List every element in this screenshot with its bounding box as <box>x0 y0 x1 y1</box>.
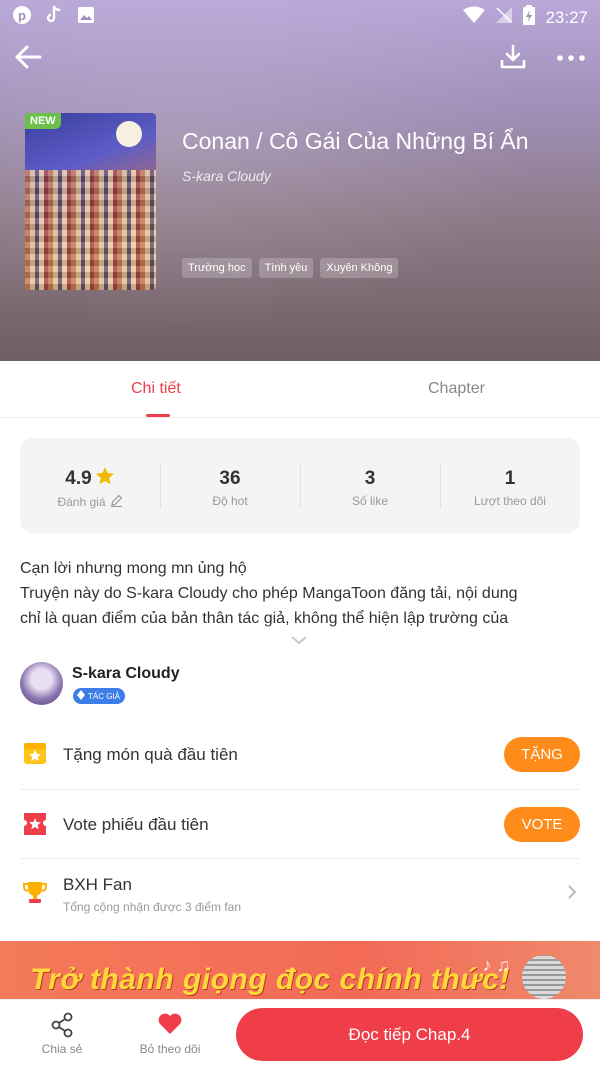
book-cover[interactable]: NEW <box>25 113 156 290</box>
fan-ranking-label: BXH Fan <box>63 875 132 894</box>
tag-school[interactable]: Trường học <box>182 258 252 278</box>
description-line: Truyện này do S-kara Cloudy cho phép Man… <box>20 585 518 602</box>
share-icon <box>22 1012 102 1038</box>
signal-icon <box>495 6 513 29</box>
hot-label: Độ hot <box>212 494 248 508</box>
rating-label: Đánh giá <box>57 495 106 509</box>
stat-likes: 3 Số like <box>300 438 440 533</box>
expand-chevron-icon[interactable] <box>289 633 309 647</box>
rating-value: 4.9 <box>65 468 92 489</box>
tiktok-icon <box>44 5 64 25</box>
likes-value: 3 <box>364 468 376 489</box>
gift-button[interactable]: TẶNG <box>504 737 580 772</box>
tab-chapter[interactable]: Chapter <box>428 380 485 398</box>
stat-followers: 1 Lượt theo dõi <box>440 438 580 533</box>
music-notes-icon: ♪ ♫ <box>482 955 510 975</box>
gift-icon <box>22 740 48 766</box>
pen-nib-icon <box>77 690 85 702</box>
book-author[interactable]: S-kara Cloudy <box>182 168 271 184</box>
share-button[interactable]: Chia sẻ <box>22 1012 102 1056</box>
author-row[interactable]: S-kara Cloudy TÁC GIẢ <box>20 662 580 706</box>
book-title: Conan / Cô Gái Của Những Bí Ẩn <box>182 128 529 154</box>
chevron-right-icon <box>566 884 578 900</box>
image-icon <box>76 5 96 25</box>
unfollow-button[interactable]: Bỏ theo dõi <box>130 1012 210 1056</box>
clock-time: 23:27 <box>545 7 588 27</box>
stat-rating[interactable]: 4.9 Đánh giá <box>20 438 160 533</box>
stats-panel: 4.9 Đánh giá 36 Độ hot 3 Số like 1 Lượt … <box>20 438 580 533</box>
vote-row: Vote phiếu đầu tiên VOTE <box>20 790 580 859</box>
genre-tags: Trường học Tình yêu Xuyên Không <box>182 258 399 278</box>
share-label: Chia sẻ <box>41 1042 83 1056</box>
voice-actor-banner[interactable]: Trở thành giọng đọc chính thức! ♪ ♫ <box>0 941 600 999</box>
heart-icon <box>130 1012 210 1038</box>
status-bar: p 23:27 <box>0 0 600 32</box>
pinterest-icon: p <box>12 5 32 25</box>
followers-label: Lượt theo dõi <box>474 494 546 508</box>
star-icon <box>95 466 115 492</box>
fan-points-text: Tổng cộng nhận được 3 điểm fan <box>63 900 242 914</box>
stat-hot: 36 Độ hot <box>160 438 300 533</box>
vote-label: Vote phiếu đầu tiên <box>63 815 209 834</box>
microphone-icon <box>522 955 566 999</box>
wifi-icon <box>463 6 486 29</box>
book-header: p 23:27 NEW Conan / Cô Gái Của Những Bí … <box>0 0 600 361</box>
description-line: Cạn lời nhưng mong mn ủng hộ <box>20 560 247 577</box>
likes-label: Số like <box>351 494 389 508</box>
edit-pencil-icon[interactable] <box>110 494 123 510</box>
author-badge-label: TÁC GIẢ <box>88 691 121 701</box>
svg-text:p: p <box>18 8 26 23</box>
download-icon[interactable] <box>496 40 530 74</box>
top-toolbar <box>0 38 600 78</box>
battery-icon <box>523 5 536 30</box>
tag-romance[interactable]: Tình yêu <box>258 258 314 278</box>
followers-value: 1 <box>504 468 516 489</box>
book-description[interactable]: Cạn lời nhưng mong mn ủng hộ Truyện này … <box>20 556 580 631</box>
trophy-icon <box>22 879 48 905</box>
vote-ticket-icon <box>22 811 48 837</box>
new-badge: NEW <box>25 113 61 129</box>
author-name[interactable]: S-kara Cloudy <box>72 665 180 683</box>
banner-text: Trở thành giọng đọc chính thức! <box>30 963 510 996</box>
tag-time-travel[interactable]: Xuyên Không <box>320 258 399 278</box>
unfollow-label: Bỏ theo dõi <box>139 1042 201 1056</box>
tab-indicator <box>146 414 170 417</box>
tab-bar: Chi tiết Chapter <box>0 361 600 418</box>
gift-label: Tặng món quà đầu tiên <box>63 745 238 764</box>
tab-details[interactable]: Chi tiết <box>131 380 181 398</box>
author-badge: TÁC GIẢ <box>73 688 126 704</box>
continue-reading-button[interactable]: Đọc tiếp Chap.4 <box>236 1008 583 1061</box>
gift-row: Tặng món quà đầu tiên TẶNG <box>20 720 580 790</box>
back-arrow-icon[interactable] <box>12 40 46 74</box>
fan-ranking-row[interactable]: BXH Fan Tổng cộng nhận được 3 điểm fan <box>20 859 580 929</box>
bottom-action-bar: Chia sẻ Bỏ theo dõi Đọc tiếp Chap.4 <box>0 999 600 1067</box>
cover-moon <box>116 121 142 147</box>
author-avatar[interactable] <box>20 662 63 705</box>
more-options-icon[interactable] <box>554 40 588 74</box>
hot-value: 36 <box>219 468 241 489</box>
description-line: chỉ là quan điểm của bản thân tác giả, k… <box>20 610 509 627</box>
vote-button[interactable]: VOTE <box>504 807 580 842</box>
